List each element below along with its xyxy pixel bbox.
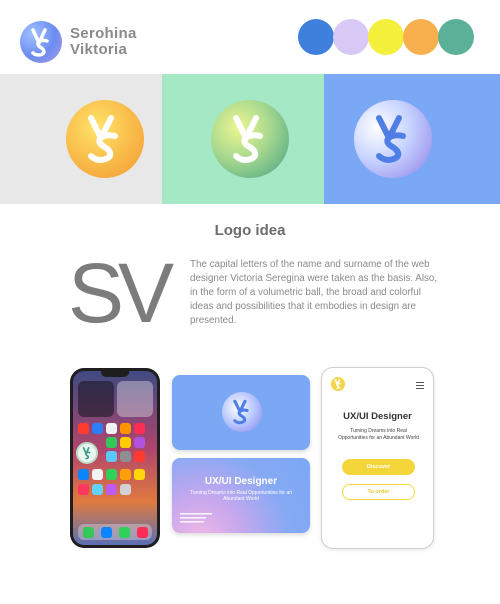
app-icon-white [106, 423, 117, 434]
sv-letters: SV [68, 246, 174, 340]
app-icon-gray [120, 451, 131, 462]
app-icon-gray2 [120, 484, 131, 495]
mobile-hero-subtitle: Turning Dreams into Real Opportunities f… [338, 428, 419, 441]
sv-monogram-icon [31, 28, 49, 57]
sv-monogram-icon [233, 399, 249, 425]
app-icon-white2 [92, 469, 103, 480]
palette-swatch-blue [298, 19, 334, 55]
palette-swatch-yellow [368, 19, 404, 55]
app-icon-orange [120, 423, 131, 434]
phone-app-logo-highlight [76, 442, 98, 464]
sv-monogram-icon [82, 447, 91, 460]
logo-variant-mint [162, 74, 324, 204]
brand-logo-ball [20, 21, 62, 63]
sv-monogram-icon [88, 115, 118, 164]
card-contact-lines [180, 513, 212, 523]
card-subtitle: Turning Dreams into Real Opportunities f… [189, 490, 293, 502]
section-title: Logo idea [214, 222, 286, 239]
dock-icon-safari [101, 526, 112, 538]
app-icon-green [106, 437, 117, 448]
card-title: UX/UI Designer [204, 476, 278, 487]
logo-variant-blue [324, 74, 500, 204]
calendar-widget [117, 381, 153, 417]
app-icon-red [78, 423, 89, 434]
dock-icon-messages [119, 526, 130, 538]
app-icon-yellow [120, 437, 131, 448]
app-icon-pink [134, 423, 145, 434]
dock-icon-music [137, 526, 148, 538]
hamburger-menu-icon[interactable] [416, 382, 424, 391]
brand-last-name: Viktoria [70, 41, 128, 58]
mobile-hero-title: UX/UI Designer [343, 411, 412, 422]
app-icon-teal [106, 451, 117, 462]
brand-first-name: Serohina [70, 25, 137, 42]
business-card-back: UX/UI Designer Turning Dreams into Real … [172, 458, 310, 533]
mobile-logo [331, 377, 345, 391]
business-card-front [172, 375, 310, 450]
app-icon-pink2 [78, 484, 89, 495]
app-icon-purple [134, 437, 145, 448]
phone-notch [101, 371, 129, 377]
dock-icon-phone [83, 526, 94, 538]
app-icon-blue2 [78, 469, 89, 480]
phone-dock [78, 524, 152, 540]
logo-ball-orange [66, 100, 144, 178]
brand-name: Serohina Viktoria [70, 26, 137, 58]
app-icon-blue3 [92, 484, 103, 495]
phone-home-screen [73, 371, 157, 545]
logo-variants [0, 74, 500, 204]
to-order-button[interactable]: To order [342, 484, 415, 500]
sv-monogram-icon [233, 115, 263, 164]
color-palette [298, 19, 474, 55]
logo-description: The capital letters of the name and surn… [190, 259, 438, 326]
palette-swatch-lavender [333, 19, 369, 55]
app-icon-yellow2 [134, 469, 145, 480]
sv-monogram-icon [334, 379, 341, 390]
mobile-site-mockup: UX/UI Designer Turning Dreams into Real … [321, 367, 434, 549]
palette-swatch-orange [403, 19, 439, 55]
phone-mockup [70, 368, 160, 548]
app-icon-orange2 [120, 469, 131, 480]
discover-button[interactable]: Discover [342, 459, 415, 475]
app-icon-green2 [106, 469, 117, 480]
app-icon-red2 [134, 451, 145, 462]
logo-ball-green [211, 100, 289, 178]
logo-ball-white [354, 100, 432, 178]
logo-variant-gray [0, 74, 162, 204]
app-icon-blue [92, 423, 103, 434]
app-icon-purple2 [106, 484, 117, 495]
card-logo-ball [222, 392, 262, 432]
palette-swatch-teal [438, 19, 474, 55]
activity-widget [78, 381, 114, 417]
sv-monogram-icon [376, 115, 406, 164]
